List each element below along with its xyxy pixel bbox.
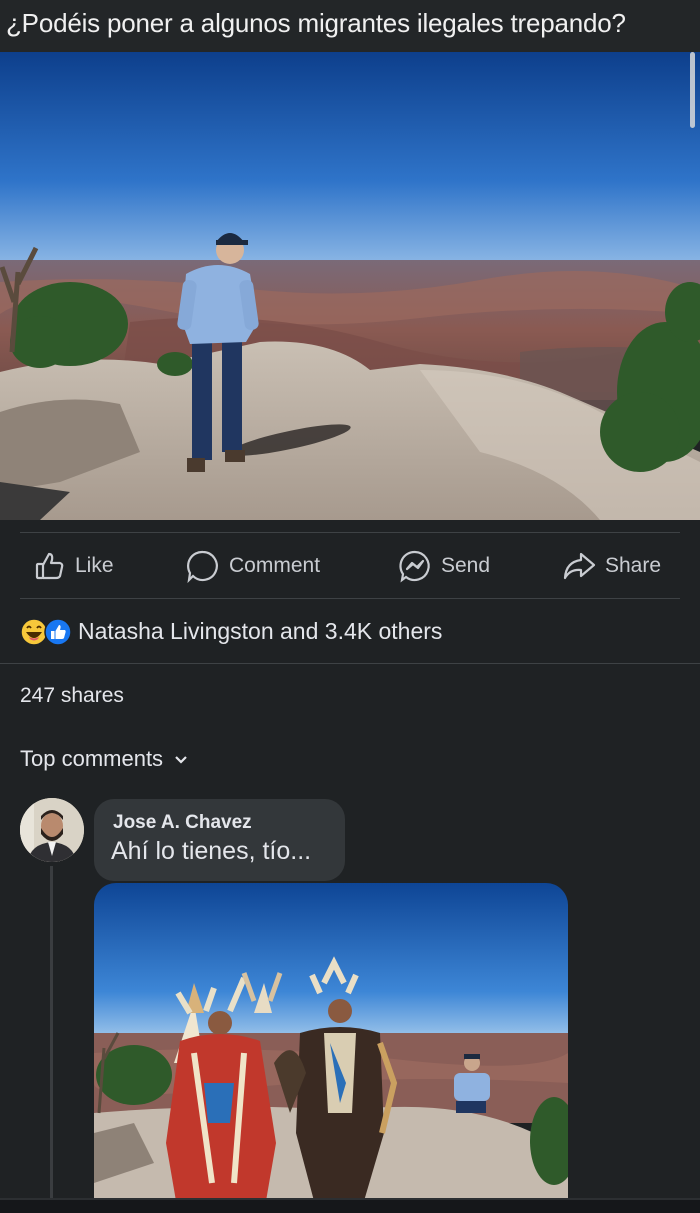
share-button[interactable]: Share (562, 548, 661, 584)
comments-sort-label: Top comments (20, 746, 164, 771)
comments-sort-dropdown[interactable]: Top comments (20, 746, 189, 772)
divider (0, 663, 700, 664)
post-title: ¿Podéis poner a algunos migrantes ilegal… (0, 0, 700, 52)
post-photo[interactable] (0, 52, 700, 520)
send-label: Send (441, 554, 491, 577)
reactions-summary[interactable]: Natasha Livingston and 3.4K others (20, 615, 442, 647)
share-arrow-icon (562, 551, 596, 581)
reactions-text: Natasha Livingston and 3.4K others (78, 617, 443, 644)
comment-button[interactable]: Comment (186, 548, 320, 584)
bottom-bar-edge (0, 1198, 700, 1200)
speech-bubble-icon (186, 549, 220, 583)
post-actions-bar: Like Comment Send Share (0, 540, 700, 592)
avatar[interactable] (20, 798, 84, 862)
like-label: Like (75, 554, 114, 577)
comment-author[interactable]: Jose A. Chavez (113, 812, 345, 834)
reaction-icons (20, 616, 74, 646)
chevron-down-icon (173, 746, 189, 772)
bottom-bar (0, 1198, 700, 1213)
comment-text: Ahí lo tienes, tío... (111, 837, 312, 865)
divider (20, 532, 680, 533)
comment-thread-line (50, 866, 53, 1201)
like-button[interactable]: Like (34, 548, 114, 584)
shares-count[interactable]: 247 shares (20, 684, 124, 708)
share-label: Share (605, 554, 662, 577)
comment-bubble[interactable]: Jose A. Chavez Ahí lo tienes, tío... (94, 799, 345, 881)
like-reaction-icon (44, 618, 72, 652)
send-button[interactable]: Send (398, 548, 490, 584)
scrollbar-thumb[interactable] (690, 52, 695, 128)
comment-label: Comment (229, 554, 321, 577)
comment-attached-image[interactable] (94, 883, 568, 1203)
divider (20, 598, 680, 599)
messenger-icon (398, 549, 432, 583)
thumbs-up-icon (34, 550, 66, 582)
